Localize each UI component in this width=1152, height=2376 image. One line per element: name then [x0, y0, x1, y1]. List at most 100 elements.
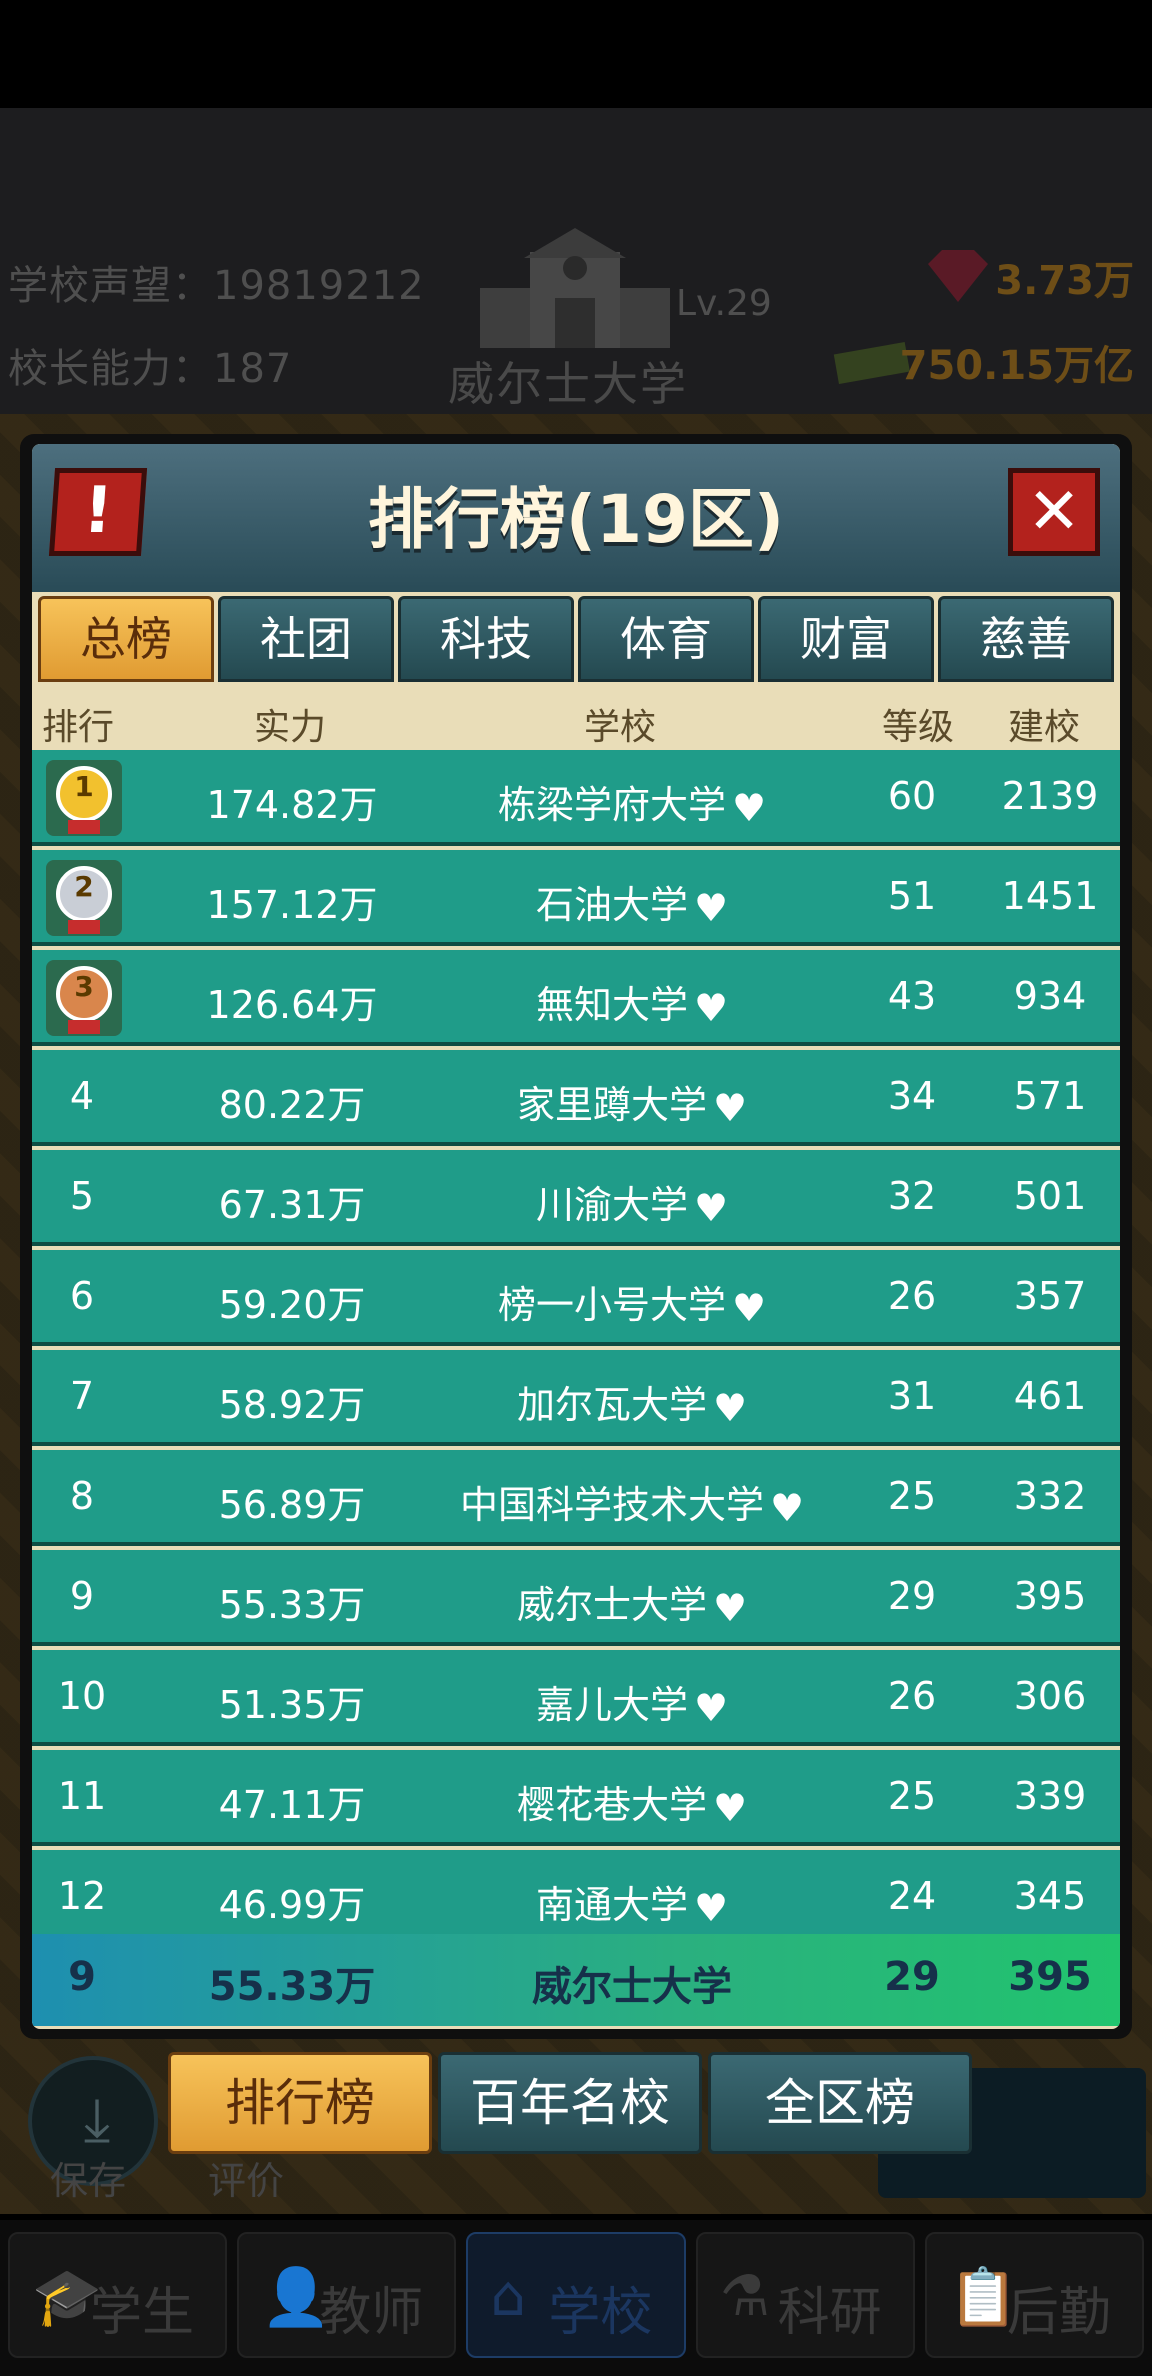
table-row[interactable]: 1 174.82万 栋梁学府大学 ♥ 60 2139	[32, 750, 1120, 846]
rank-cell: 9	[69, 1574, 95, 1618]
money-count: 750.15万亿	[899, 343, 1134, 389]
rank-cell: 11	[57, 1774, 107, 1818]
save-label: 保存	[50, 2159, 127, 2203]
tab-leaderboard[interactable]: 排行榜	[168, 2052, 432, 2154]
table-row[interactable]: 7 58.92万 加尔瓦大学 ♥ 31 461	[32, 1350, 1120, 1446]
table-row[interactable]: 5 67.31万 川渝大学 ♥ 32 501	[32, 1150, 1120, 1246]
school-name-text: 家里蹲大学	[516, 1083, 707, 1127]
reputation-stat: 学校声望：19819212	[8, 253, 425, 311]
rank-cell: 5	[69, 1174, 95, 1218]
school-icon: ⌂	[490, 2264, 526, 2329]
rank-medal-icon: 2	[46, 860, 122, 936]
tab-century-schools[interactable]: 百年名校	[438, 2052, 702, 2154]
medal-rank: 3	[74, 970, 94, 1003]
nav-students[interactable]: 🎓 学生	[8, 2232, 228, 2358]
table-row[interactable]: 2 157.12万 石油大学 ♥ 51 1451	[32, 850, 1120, 946]
heart-icon[interactable]: ♥	[770, 1488, 804, 1528]
bottom-nav: 🎓 学生 👤 教师 ⌂ 学校 ⚗ 科研 📋 后勤	[0, 2220, 1152, 2376]
level-cell: 31	[887, 1374, 937, 1418]
tab-tech[interactable]: 科技	[398, 596, 574, 682]
heart-icon[interactable]: ♥	[694, 1188, 728, 1228]
column-header: 排行 实力 学校 等级 建校	[32, 684, 1120, 750]
table-row[interactable]: 8 56.89万 中国科学技术大学 ♥ 25 332	[32, 1450, 1120, 1546]
heart-icon[interactable]: ♥	[713, 1588, 747, 1628]
bottom-tabs: 排行榜 百年名校 全区榜	[168, 2052, 978, 2154]
level-cell: 25	[887, 1474, 937, 1518]
heart-icon[interactable]: ♥	[713, 1788, 747, 1828]
nav-teachers[interactable]: 👤 教师	[237, 2232, 457, 2358]
heart-icon[interactable]: ♥	[694, 1888, 728, 1928]
build-cell: 2139	[1001, 774, 1099, 818]
tab-wealth[interactable]: 财富	[758, 596, 934, 682]
table-row[interactable]: 6 59.20万 榜一小号大学 ♥ 26 357	[32, 1250, 1120, 1346]
level-cell: 51	[887, 874, 937, 918]
download-icon: ⤓	[83, 2085, 111, 2155]
heart-icon[interactable]: ♥	[732, 1288, 766, 1328]
ability-stat: 校长能力：187	[8, 336, 292, 394]
medal-ribbon	[68, 1020, 100, 1034]
ranking-list: 1 174.82万 栋梁学府大学 ♥ 60 2139 2 157.12万 石油大学 ♥ 51 1451…	[32, 750, 1120, 1934]
medal-rank: 1	[74, 770, 94, 803]
rank-cell: 7	[69, 1374, 95, 1418]
table-row[interactable]: 3 126.64万 無知大学 ♥ 43 934	[32, 950, 1120, 1046]
power-cell: 59.20万	[218, 1283, 366, 1327]
heart-icon[interactable]: ♥	[713, 1088, 747, 1128]
heart-icon[interactable]: ♥	[694, 888, 728, 928]
column-rank: 排行	[42, 707, 115, 748]
medal-rank: 2	[74, 870, 94, 903]
table-row[interactable]: 11 47.11万 樱花巷大学 ♥ 25 339	[32, 1750, 1120, 1846]
nav-school[interactable]: ⌂ 学校	[466, 2232, 686, 2358]
level-cell: 60	[887, 774, 937, 818]
tab-overall[interactable]: 总榜	[38, 596, 214, 682]
nav-research[interactable]: ⚗ 科研	[695, 2232, 915, 2358]
heart-icon[interactable]: ♥	[694, 1688, 728, 1728]
build-cell: 461	[1013, 1374, 1087, 1418]
school-name-text: 石油大学	[535, 883, 688, 927]
school-name-text: 嘉儿大学	[535, 1683, 688, 1727]
tab-clubs[interactable]: 社团	[218, 596, 394, 682]
nav-students-label: 学生	[90, 2283, 195, 2343]
power-cell: 80.22万	[218, 1083, 366, 1127]
heart-icon[interactable]: ♥	[713, 1388, 747, 1428]
my-school-row: 9 55.33万 威尔士大学 29 395	[32, 1934, 1120, 2026]
tab-sports[interactable]: 体育	[578, 596, 754, 682]
panel-title: 排行榜(19区)	[367, 481, 785, 558]
my-school: 威尔士大学	[532, 1964, 732, 2010]
power-cell: 56.89万	[218, 1483, 366, 1527]
build-cell: 332	[1013, 1474, 1087, 1518]
heart-icon[interactable]: ♥	[694, 988, 728, 1028]
level-cell: 34	[887, 1074, 937, 1118]
tab-charity[interactable]: 慈善	[938, 596, 1114, 682]
table-row[interactable]: 4 80.22万 家里蹲大学 ♥ 34 571	[32, 1050, 1120, 1146]
column-power: 实力	[254, 707, 327, 748]
school-cell: 川渝大学 ♥	[422, 1174, 842, 1229]
rate-label[interactable]: 评价	[208, 2150, 284, 2205]
level-cell: 25	[887, 1774, 937, 1818]
heart-icon[interactable]: ♥	[732, 788, 766, 828]
school-cell: 南通大学 ♥	[422, 1874, 842, 1929]
school-level: Lv.29	[676, 283, 772, 324]
nav-research-label: 科研	[777, 2283, 882, 2343]
power-cell: 157.12万	[206, 883, 378, 927]
level-cell: 24	[887, 1874, 937, 1918]
ability-label: 校长能力：	[8, 346, 213, 392]
reputation-label: 学校声望：	[8, 263, 213, 309]
status-bar	[0, 0, 1152, 108]
tab-all-zones[interactable]: 全区榜	[708, 2052, 972, 2154]
school-name-text: 無知大学	[535, 983, 688, 1027]
table-row[interactable]: 12 46.99万 南通大学 ♥ 24 345	[32, 1850, 1120, 1934]
ability-value: 187	[213, 346, 293, 392]
table-row[interactable]: 10 51.35万 嘉儿大学 ♥ 26 306	[32, 1650, 1120, 1746]
level-cell: 26	[887, 1674, 937, 1718]
table-row[interactable]: 9 55.33万 威尔士大学 ♥ 29 395	[32, 1550, 1120, 1646]
panel-header: ! 排行榜(19区) ✕	[32, 444, 1120, 592]
rank-cell: 12	[57, 1874, 107, 1918]
nav-logistics[interactable]: 📋 后勤	[924, 2232, 1145, 2358]
build-cell: 306	[1013, 1674, 1087, 1718]
school-header: 学校声望：19819212 校长能力：187 Lv.29 威尔士大学 3.73万…	[0, 108, 1152, 414]
medal-ribbon	[68, 820, 100, 834]
rank-cell: 6	[69, 1274, 95, 1318]
close-button[interactable]: ✕	[1008, 468, 1100, 556]
level-cell: 29	[887, 1574, 937, 1618]
power-cell: 46.99万	[218, 1883, 366, 1927]
